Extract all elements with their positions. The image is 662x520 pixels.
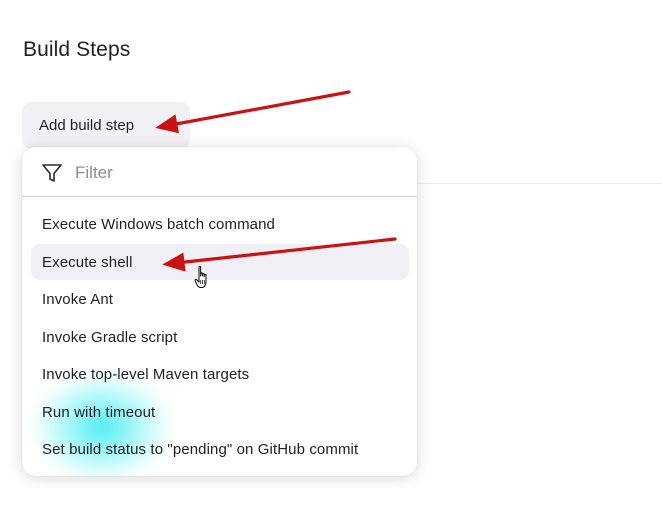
- menu-item-invoke-gradle-script[interactable]: Invoke Gradle script: [31, 319, 409, 355]
- section-divider: [415, 183, 662, 184]
- filter-input[interactable]: [75, 160, 395, 186]
- hand-pointer-icon: [194, 265, 207, 289]
- section-title: Build Steps: [23, 38, 131, 61]
- menu-item-execute-shell[interactable]: Execute shell: [31, 244, 409, 280]
- menu-item-run-with-timeout[interactable]: Run with timeout: [31, 394, 409, 430]
- menu-item-invoke-ant[interactable]: Invoke Ant: [31, 281, 409, 317]
- filter-icon: [42, 164, 62, 182]
- menu-item-invoke-top-level-maven-targets[interactable]: Invoke top-level Maven targets: [31, 356, 409, 392]
- build-step-dropdown: Execute Windows batch command Execute sh…: [22, 147, 417, 476]
- menu-item-set-build-status-pending[interactable]: Set build status to "pending" on GitHub …: [31, 431, 409, 467]
- filter-row: [22, 147, 417, 197]
- menu-item-execute-windows-batch-command[interactable]: Execute Windows batch command: [31, 206, 409, 242]
- add-build-step-button[interactable]: Add build step: [22, 102, 190, 149]
